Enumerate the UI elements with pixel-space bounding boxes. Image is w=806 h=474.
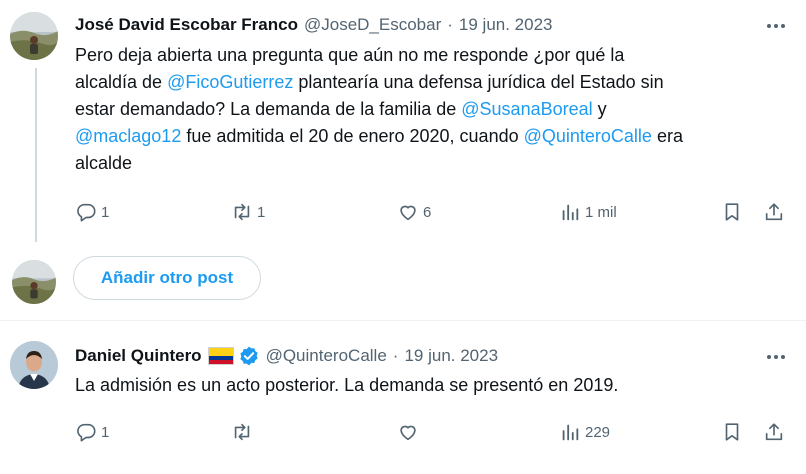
text-line: @maclago12 fue admitida el 20 de enero 2… [75,123,785,150]
post-date[interactable]: 19 jun. 2023 [459,15,553,35]
analytics-icon [562,204,579,221]
mention-link[interactable]: @FicoGutierrez [167,72,293,92]
share-button[interactable] [763,419,785,445]
separator: · [447,15,453,34]
reply-button[interactable]: 1 [75,199,109,225]
text-line: Pero deja abierta una pregunta que aún n… [75,42,785,69]
text-segment: alcaldía de [75,72,168,92]
text-line: alcalde [75,150,785,177]
add-post-row: Añadir otro post [0,248,806,320]
repost-button[interactable] [231,419,257,445]
post-daniel-quintero[interactable]: Daniel Quintero @QuinteroCalle · 19 jun.… [0,321,806,474]
author-handle[interactable]: @QuinteroCalle [266,346,387,366]
like-count: 6 [423,203,432,221]
analytics-icon [562,424,579,441]
author-name[interactable]: Daniel Quintero [75,346,202,366]
author-name[interactable]: José David Escobar Franco [75,15,298,35]
avatar-image [10,341,58,389]
avatar[interactable] [10,12,58,60]
post-text: La admisión es un acto posterior. La dem… [75,372,785,399]
text-segment: fue admitida el 20 de enero 2020, cuando [181,126,524,146]
bookmark-button[interactable] [721,419,743,445]
like-button[interactable]: 6 [397,199,431,225]
repost-icon [234,203,250,221]
mention-link[interactable]: @QuinteroCalle [524,126,652,146]
more-icon [767,355,771,359]
text-segment: era [651,126,683,146]
text-line: alcaldía de @FicoGutierrez plantearía un… [75,69,785,96]
heart-icon [400,425,416,441]
post-text: Pero deja abierta una pregunta que aún n… [75,42,785,177]
reply-button[interactable]: 1 [75,419,109,445]
views-button[interactable]: 229 [559,419,610,445]
text-segment: Pero deja abierta una pregunta que aún n… [75,45,625,65]
text-line: estar demandado? La demanda de la famili… [75,96,785,123]
text-line: La admisión es un acto posterior. La dem… [75,375,619,395]
repost-icon [234,423,250,441]
post-header: Daniel Quintero @QuinteroCalle · 19 jun.… [75,345,498,367]
bookmark-icon [725,423,739,441]
more-icon [767,24,771,28]
mention-link[interactable]: @maclago12 [75,126,181,146]
like-button[interactable] [397,419,423,445]
more-options-button[interactable] [764,347,788,367]
avatar[interactable] [10,341,58,389]
heart-icon [400,205,416,221]
thread-line [35,68,37,242]
text-segment: y [592,99,607,119]
add-another-post-button[interactable]: Añadir otro post [73,256,261,300]
reply-count: 1 [101,203,110,221]
bookmark-button[interactable] [721,199,743,225]
share-icon [765,423,783,441]
text-segment: estar demandado? La demanda de la famili… [75,99,462,119]
views-count: 1 mil [585,203,617,221]
colombia-flag-icon [207,347,234,365]
repost-count: 1 [257,203,266,221]
post-jose-david-escobar[interactable]: José David Escobar Franco @JoseD_Escobar… [0,0,806,248]
reply-icon [77,423,96,442]
post-date[interactable]: 19 jun. 2023 [404,346,498,366]
repost-button[interactable]: 1 [231,199,265,225]
reply-icon [77,203,96,222]
text-segment: alcalde [75,153,133,173]
action-bar: 1 229 [75,419,791,445]
reply-count: 1 [101,423,110,441]
views-button[interactable]: 1 mil [559,199,617,225]
current-user-avatar[interactable] [12,260,56,304]
avatar-image [10,12,58,60]
text-segment: plantearía una defensa jurídica del Esta… [293,72,664,92]
author-handle[interactable]: @JoseD_Escobar [304,15,441,35]
bookmark-icon [725,203,739,221]
share-icon [765,203,783,221]
mention-link[interactable]: @SusanaBoreal [461,99,592,119]
share-button[interactable] [763,199,785,225]
views-count: 229 [585,423,611,441]
action-bar: 1 1 6 1 mil [75,199,791,225]
post-header: José David Escobar Franco @JoseD_Escobar… [75,14,553,36]
separator: · [392,346,399,365]
avatar-image [12,260,56,304]
more-options-button[interactable] [764,16,788,36]
verified-badge-icon[interactable] [238,345,260,367]
